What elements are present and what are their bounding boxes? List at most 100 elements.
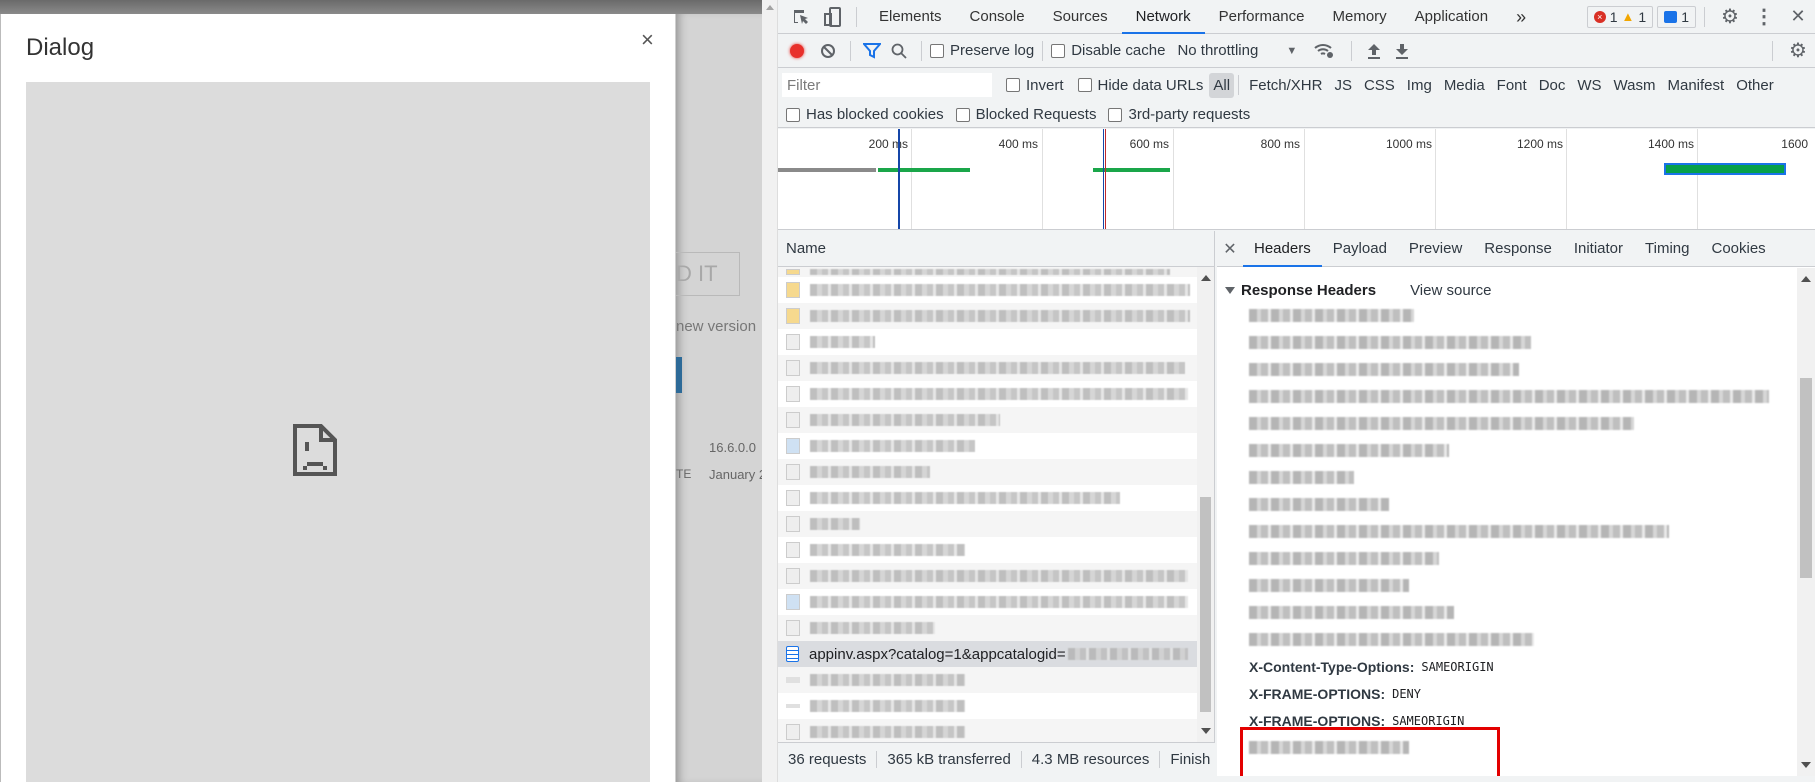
blocked-requests-checkbox[interactable]: Blocked Requests [955,106,1096,123]
filter-type-manifest[interactable]: Manifest [1662,77,1731,94]
request-row[interactable] [778,693,1197,719]
scrollbar-thumb[interactable] [1200,497,1211,712]
details-tab-preview[interactable]: Preview [1398,231,1473,267]
request-row[interactable] [778,563,1197,589]
checkbox[interactable] [1006,78,1020,92]
checkbox[interactable] [930,43,944,58]
filter-input[interactable] [782,73,992,97]
tab-sources[interactable]: Sources [1039,0,1122,34]
more-options-icon[interactable]: ⋮ [1747,4,1781,29]
close-details-icon[interactable]: ✕ [1217,239,1243,259]
request-row-selected[interactable]: appinv.aspx?catalog=1&appcatalogid= [778,641,1197,667]
has-blocked-cookies-checkbox[interactable]: Has blocked cookies [786,106,944,123]
dialog-close-button[interactable]: × [641,28,654,52]
filter-type-img[interactable]: Img [1401,77,1438,94]
checkbox[interactable] [1108,107,1123,122]
column-header-name[interactable]: Name [778,231,1214,267]
filter-type-css[interactable]: CSS [1358,77,1401,94]
request-list-scrollbar[interactable] [1197,267,1214,742]
scroll-up-icon[interactable] [1801,276,1811,282]
request-row[interactable] [778,277,1197,303]
filter-type-wasm[interactable]: Wasm [1608,77,1662,94]
request-row[interactable] [778,615,1197,641]
header-row-blurred [1217,410,1797,437]
tab-elements[interactable]: Elements [865,0,956,34]
filter-type-media[interactable]: Media [1438,77,1491,94]
checkbox[interactable] [1051,43,1066,58]
request-row[interactable] [778,381,1197,407]
request-row[interactable] [778,719,1197,742]
request-row[interactable] [778,511,1197,537]
more-tabs-button[interactable]: » [1502,0,1540,34]
scroll-down-icon[interactable] [1201,728,1211,734]
checkbox[interactable] [786,107,800,122]
request-row[interactable] [778,329,1197,355]
filter-type-font[interactable]: Font [1491,77,1533,94]
view-source-link[interactable]: View source [1410,282,1491,299]
has-blocked-cookies-label: Has blocked cookies [806,106,944,123]
third-party-requests-checkbox[interactable]: 3rd-party requests [1108,106,1250,123]
tab-application[interactable]: Application [1401,0,1502,34]
details-tab-response[interactable]: Response [1473,231,1563,267]
scroll-up-icon[interactable] [766,5,774,10]
tab-network[interactable]: Network [1121,0,1205,34]
tab-memory[interactable]: Memory [1319,0,1401,34]
preserve-log-checkbox[interactable]: Preserve log [930,42,1034,59]
import-har-icon[interactable] [1360,43,1388,59]
tab-performance[interactable]: Performance [1205,0,1319,34]
tab-console[interactable]: Console [956,0,1039,34]
request-row[interactable] [778,267,1197,277]
file-icon [786,568,800,584]
response-headers-section[interactable]: Response Headers View source [1217,278,1797,302]
inspect-element-icon[interactable] [784,8,818,26]
request-row[interactable] [778,667,1197,693]
details-tab-timing[interactable]: Timing [1634,231,1700,267]
filter-type-ws[interactable]: WS [1571,77,1607,94]
request-row[interactable] [778,303,1197,329]
filter-type-other[interactable]: Other [1730,77,1780,94]
search-icon[interactable] [885,43,913,59]
issues-badge[interactable]: × 1 ▲ 1 [1586,5,1654,28]
scroll-down-icon[interactable] [1801,762,1811,768]
blurred-header [1249,471,1354,484]
request-row[interactable] [778,407,1197,433]
details-tab-initiator[interactable]: Initiator [1563,231,1634,267]
checkbox[interactable] [955,107,970,122]
invert-checkbox[interactable]: Invert [1006,77,1064,94]
request-row[interactable] [778,433,1197,459]
request-row[interactable] [778,589,1197,615]
throttling-select[interactable]: No throttling ▼ [1177,42,1297,59]
filter-type-all[interactable]: All [1209,72,1235,98]
messages-badge[interactable]: 1 [1657,5,1696,28]
settings-gear-icon[interactable]: ⚙ [1713,4,1747,29]
export-har-icon[interactable] [1388,43,1416,59]
request-row[interactable] [778,537,1197,563]
clear-icon[interactable] [814,43,842,59]
message-count: 1 [1681,8,1689,25]
page-scrollbar[interactable] [762,0,778,782]
disable-cache-checkbox[interactable]: Disable cache [1051,42,1165,59]
blurred-request-name [810,570,1188,582]
details-tab-cookies[interactable]: Cookies [1700,231,1776,267]
filter-icon[interactable] [859,42,885,59]
hide-data-urls-checkbox[interactable]: Hide data URLs [1077,77,1203,94]
network-timeline-overview[interactable]: 200 ms 400 ms 600 ms 800 ms 1000 ms 1200… [778,129,1815,230]
request-row[interactable] [778,355,1197,381]
device-toolbar-icon[interactable] [818,6,848,27]
details-tab-payload[interactable]: Payload [1322,231,1398,267]
details-scrollbar[interactable] [1797,268,1815,776]
checkbox[interactable] [1077,78,1092,92]
filter-type-doc[interactable]: Doc [1533,77,1572,94]
network-settings-gear-icon[interactable]: ⚙ [1781,38,1815,63]
filter-type-js[interactable]: JS [1328,77,1358,94]
expand-triangle-icon[interactable] [1225,286,1235,294]
scroll-up-icon[interactable] [1201,275,1211,281]
network-conditions-icon[interactable] [1305,43,1343,59]
request-row[interactable] [778,485,1197,511]
record-icon[interactable] [780,43,814,58]
scrollbar-thumb[interactable] [1800,378,1812,578]
close-devtools-icon[interactable]: ✕ [1781,6,1815,27]
request-row[interactable] [778,459,1197,485]
details-tab-headers[interactable]: Headers [1243,231,1322,267]
filter-type-fetch-xhr[interactable]: Fetch/XHR [1243,77,1328,94]
